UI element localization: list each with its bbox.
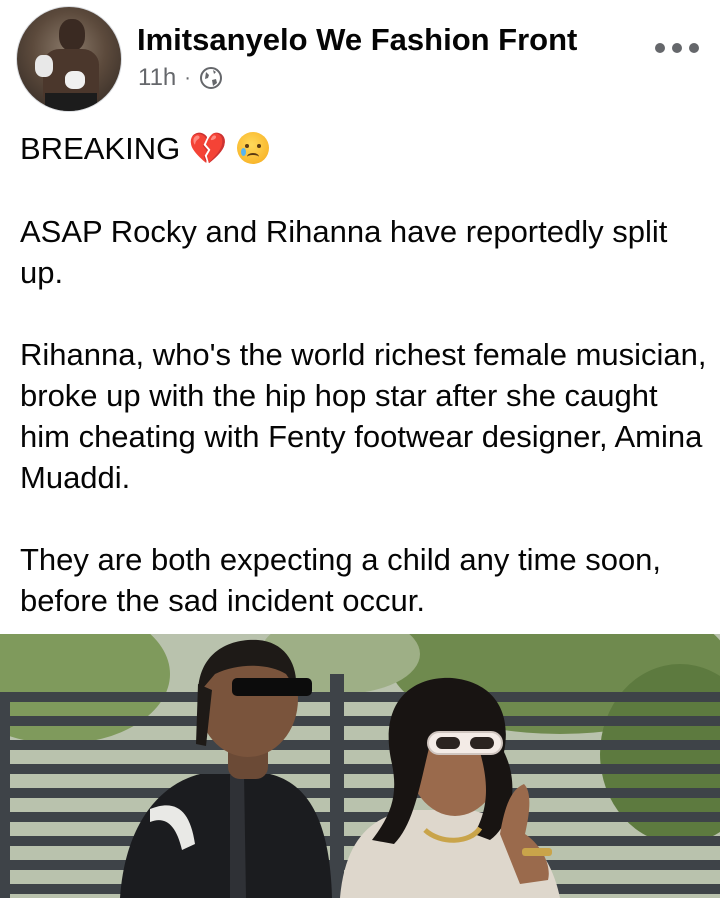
more-options-icon[interactable] <box>655 36 699 60</box>
post-paragraph: They are both expecting a child any time… <box>20 542 662 618</box>
post-header: Imitsanyelo We Fashion Front 11h · <box>0 0 720 115</box>
more-dot <box>655 43 665 53</box>
avatar-figure-head <box>59 19 85 51</box>
author-name[interactable]: Imitsanyelo We Fashion Front <box>137 22 577 58</box>
meta-separator: · <box>184 66 191 89</box>
avatar-boxing-glove-left <box>35 55 53 77</box>
post-paragraph: ASAP Rocky and Rihanna have reportedly s… <box>20 214 668 290</box>
post-paragraph: Rihanna, who's the world richest female … <box>20 337 707 495</box>
post-time[interactable]: 11h <box>138 64 176 92</box>
post-body: BREAKING 💔 ASAP Rocky and Rihanna have r… <box>20 128 710 662</box>
globe-icon[interactable] <box>199 66 223 90</box>
post-photo[interactable] <box>0 634 720 898</box>
facebook-post: Imitsanyelo We Fashion Front 11h · BREAK… <box>0 0 720 898</box>
avatar-shorts <box>45 93 97 111</box>
more-dot <box>689 43 699 53</box>
photo-illustration <box>0 634 720 898</box>
breaking-label: BREAKING <box>20 131 181 166</box>
avatar-boxing-glove-right <box>65 71 85 89</box>
post-paragraph-breaking: BREAKING 💔 <box>20 128 710 170</box>
author-avatar[interactable] <box>16 6 122 112</box>
more-dot <box>672 43 682 53</box>
broken-heart-emoji: 💔 <box>188 131 228 167</box>
post-meta: 11h · <box>138 64 223 92</box>
sad-face-emoji <box>237 132 270 164</box>
